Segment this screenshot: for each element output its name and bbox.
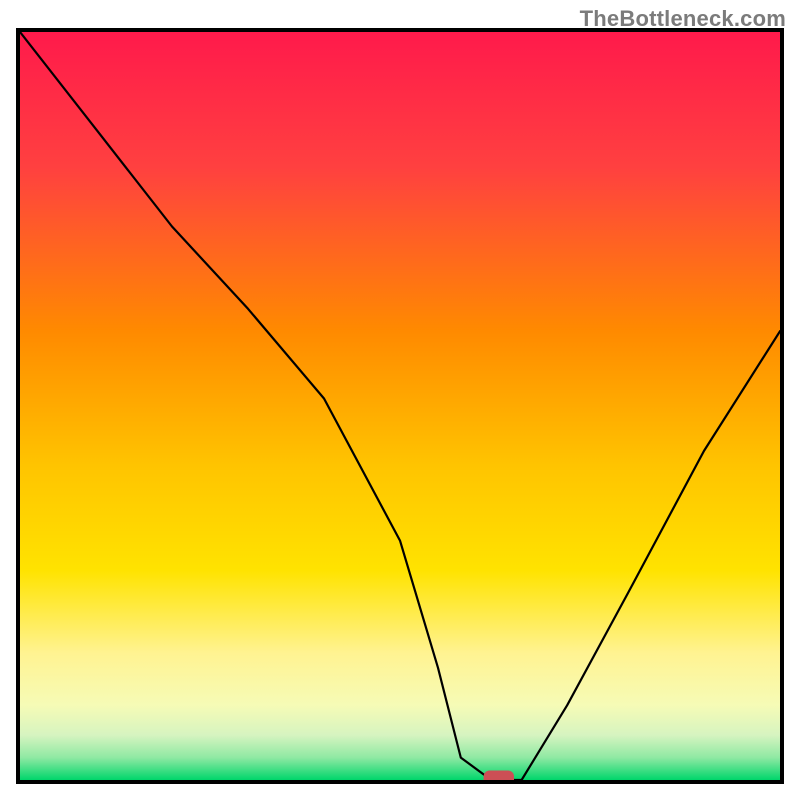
optimal-marker	[484, 771, 514, 781]
watermark-label: TheBottleneck.com	[580, 6, 786, 32]
gradient-background	[20, 32, 780, 780]
plot-area	[16, 28, 784, 784]
chart-frame: TheBottleneck.com	[0, 0, 800, 800]
plot-svg	[20, 32, 780, 780]
